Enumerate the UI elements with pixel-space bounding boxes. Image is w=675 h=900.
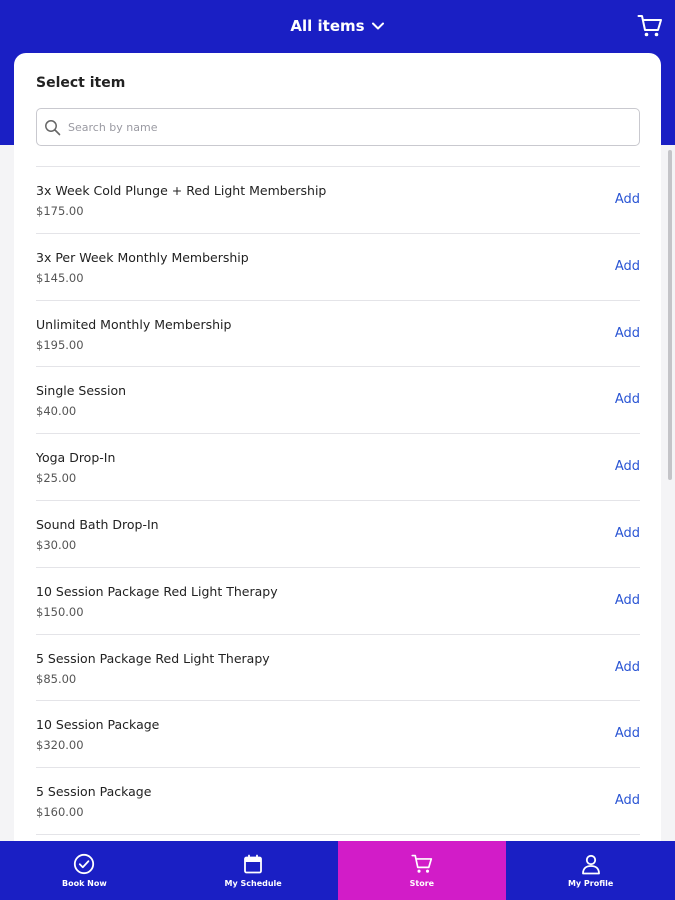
bottom-nav: Book Now My Schedule Store My Profile [0,841,675,900]
item-price: $175.00 [36,204,84,218]
user-icon [580,853,602,875]
item-name: 3x Week Cold Plunge + Red Light Membersh… [36,183,327,198]
item-price: $160.00 [36,805,84,820]
nav-book-now[interactable]: Book Now [0,841,169,900]
check-circle-icon [73,853,95,875]
nav-my-profile[interactable]: My Profile [506,841,675,900]
item-name: 10 Session Package [36,717,160,733]
nav-store[interactable]: Store [337,841,507,900]
select-item-panel: Select item 3x Week Cold Plunge + Red Li… [14,53,661,853]
item-price: $320.00 [36,738,84,753]
item-price: $195.00 [36,337,84,352]
item-price: $40.00 [36,404,77,419]
nav-label: Store [409,879,435,888]
nav-my-schedule[interactable]: My Schedule [169,841,338,900]
item-name: Yoga Drop-In [36,450,116,466]
category-selector[interactable]: All items [0,0,675,52]
add-button[interactable]: Add [615,660,640,675]
cart-icon[interactable] [637,14,663,38]
add-button[interactable]: Add [615,392,640,407]
add-button[interactable]: Add [615,259,640,274]
add-button[interactable]: Add [615,726,640,741]
list-item: 5 Session Package $160.00 Add [36,768,640,835]
item-name: Sound Bath Drop-In [36,516,159,532]
item-name: 10 Session Package Red Light Therapy [36,583,278,599]
item-price: $85.00 [36,671,77,686]
add-button[interactable]: Add [615,593,640,608]
item-price: $30.00 [36,537,77,552]
list-item: Yoga Drop-In $25.00 Add [36,434,640,501]
add-button[interactable]: Add [615,526,640,541]
list-item: 5 Session Package Red Light Therapy $85.… [36,635,640,702]
list-item: 3x Week Cold Plunge + Red Light Membersh… [36,167,640,234]
item-list: 3x Week Cold Plunge + Red Light Membersh… [36,166,640,835]
scrollbar[interactable] [668,150,672,480]
item-name: Single Session [36,383,127,399]
category-title: All items [290,17,365,35]
item-price: $145.00 [36,270,84,285]
nav-label: My Schedule [224,879,282,888]
search-input[interactable] [61,109,639,145]
cart-icon [411,853,433,875]
list-item: Sound Bath Drop-In $30.00 Add [36,501,640,568]
search-icon [44,119,61,136]
item-name: Unlimited Monthly Membership [36,316,232,332]
add-button[interactable]: Add [615,793,640,808]
nav-label: My Profile [567,879,614,888]
nav-label: Book Now [61,879,107,888]
chevron-down-icon [371,19,385,33]
add-button[interactable]: Add [615,459,640,474]
list-item: Single Session $40.00 Add [36,367,640,435]
list-item: 10 Session Package Red Light Therapy $15… [36,568,640,635]
item-name: 3x Per Week Monthly Membership [36,249,249,265]
list-item: Unlimited Monthly Membership $195.00 Add [36,301,640,368]
calendar-icon [242,853,264,875]
add-button[interactable]: Add [615,192,640,207]
list-item: 10 Session Package $320.00 Add [36,701,640,769]
panel-heading: Select item [36,75,126,91]
item-price: $25.00 [36,471,77,486]
list-item: 3x Per Week Monthly Membership $145.00 A… [36,234,640,301]
search-box[interactable] [36,108,640,146]
item-name: 5 Session Package [36,784,152,800]
item-price: $150.00 [36,604,84,619]
add-button[interactable]: Add [615,326,640,341]
item-name: 5 Session Package Red Light Therapy [36,650,270,666]
